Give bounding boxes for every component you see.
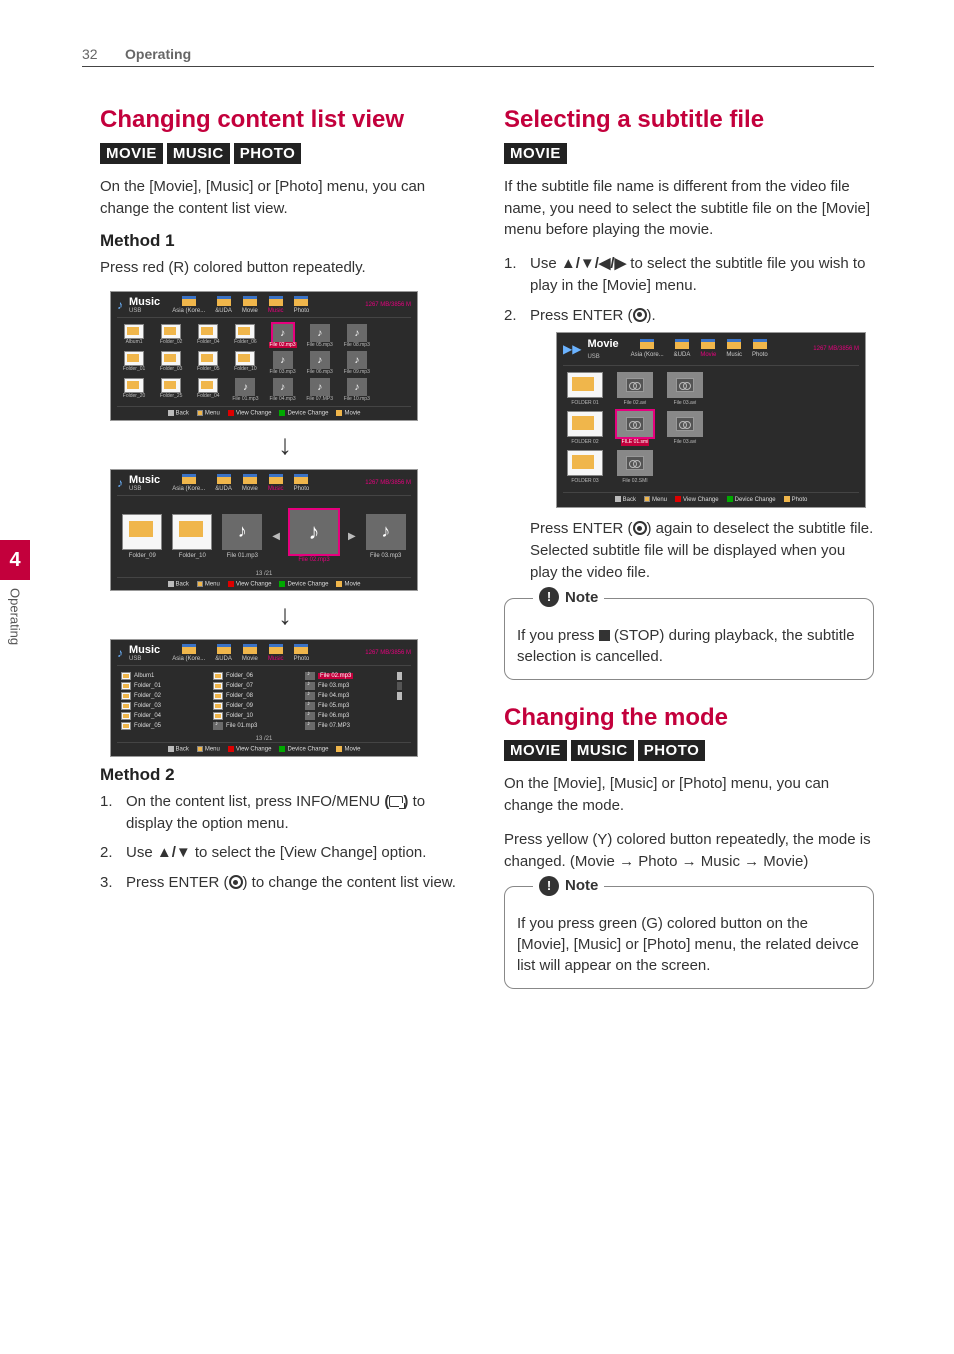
screenshot-large-view: ♪ Music USB Asia (Kore... &UDA Movie Mus… (110, 469, 418, 592)
mode-body: Press yellow (Y) colored button repeated… (504, 829, 874, 873)
step-1: On the content list, press INFO/MENU () … (100, 791, 470, 835)
menu-icon (389, 796, 403, 807)
mode-intro: On the [Movie], [Music] or [Photo] menu,… (504, 773, 874, 817)
note-text: If you press (STOP) during playback, the… (517, 627, 855, 665)
step-1: Use ▲/▼/◀/▶ to select the subtitle file … (504, 253, 874, 297)
page: 32 Operating 4 Operating Changing conten… (0, 0, 954, 1354)
badge-music: MUSIC (571, 740, 634, 761)
step-2: Press ENTER (). ▶▶ Movie USB Asia (Kore.… (504, 305, 874, 584)
left-column: Changing content list view MOVIE MUSIC P… (100, 106, 470, 1003)
enter-icon (633, 521, 647, 535)
header-rule (82, 66, 874, 67)
badge-photo: PHOTO (234, 143, 302, 164)
arrow-down-icon: ↓ (100, 599, 470, 631)
subtitle-intro: If the subtitle file name is different f… (504, 176, 874, 241)
ss-storage: 1267 MB/3856 M (365, 302, 411, 308)
subtitle-after: Press ENTER () again to deselect the sub… (530, 518, 874, 583)
screenshot-list-view: ♪ Music USB Asia (Kore... &UDA Movie Mus… (110, 639, 418, 757)
ss-title: Music (129, 296, 160, 308)
side-tab: 4 Operating (0, 540, 30, 740)
two-column-layout: Changing content list view MOVIE MUSIC P… (100, 106, 874, 1003)
note-box: ! Note If you press green (G) colored bu… (504, 886, 874, 989)
ss-footer: Back Menu View Change Device Change Movi… (117, 406, 411, 418)
section-title: Selecting a subtitle file (504, 106, 874, 135)
method2-steps: On the content list, press INFO/MENU () … (100, 791, 470, 894)
note-box: ! Note If you press (STOP) during playba… (504, 598, 874, 680)
section-title: Changing the mode (504, 704, 874, 733)
arrow-down-icon: ↓ (100, 429, 470, 461)
movie-icon: ▶▶ (563, 341, 581, 358)
note-tag: ! Note (533, 587, 604, 608)
music-icon: ♪ (117, 646, 123, 660)
ss-large-row: Folder_09 Folder_10 ♪File 01.mp3 ◀ ♪File… (117, 496, 411, 571)
subtitle-steps: Use ▲/▼/◀/▶ to select the subtitle file … (504, 253, 874, 584)
badge-photo: PHOTO (638, 740, 706, 761)
badge-movie: MOVIE (100, 143, 163, 164)
note-icon: ! (539, 876, 559, 896)
stop-icon (599, 630, 610, 641)
step-2: Use ▲/▼ to select the [View Change] opti… (100, 842, 470, 864)
ss-header: ♪ Music USB Asia (Kore... &UDA Movie Mus… (117, 296, 411, 318)
ss-list: Album1 Folder_06 File 02.mp3 Folder_01 F… (117, 666, 411, 736)
method1-text: Press red (R) colored button repeatedly. (100, 257, 470, 279)
ss-subtitle: USB (129, 308, 160, 314)
ss-tabs: Asia (Kore... &UDA Movie Music Photo (172, 296, 309, 314)
screenshot-grid-view: ♪ Music USB Asia (Kore... &UDA Movie Mus… (110, 291, 418, 421)
step-3: Press ENTER () to change the content lis… (100, 872, 470, 894)
enter-icon (229, 875, 243, 889)
badge-music: MUSIC (167, 143, 230, 164)
ss-grid: Album1 Folder_02 Folder_04 Folder_06 ♪Fi… (117, 318, 411, 406)
badge-row: MOVIE MUSIC PHOTO (100, 143, 470, 164)
music-icon: ♪ (117, 298, 123, 312)
note-tag: ! Note (533, 875, 604, 896)
music-icon: ♪ (117, 476, 123, 490)
side-tab-number: 4 (0, 540, 30, 580)
badge-movie: MOVIE (504, 143, 567, 164)
intro-text: On the [Movie], [Music] or [Photo] menu,… (100, 176, 470, 220)
side-tab-text: Operating (8, 580, 23, 645)
screenshot-movie: ▶▶ Movie USB Asia (Kore... &UDA Movie Mu… (556, 332, 866, 508)
page-number: 32 (82, 46, 98, 62)
badge-movie: MOVIE (504, 740, 567, 761)
right-column: Selecting a subtitle file MOVIE If the s… (504, 106, 874, 1003)
section-title: Changing content list view (100, 106, 470, 135)
movie-grid: FOLDER 01 File 02.avi File 03.avi FOLDER… (563, 366, 859, 492)
note-icon: ! (539, 587, 559, 607)
method2-title: Method 2 (100, 765, 470, 785)
page-section: Operating (125, 46, 191, 62)
note-text: If you press green (G) colored button on… (517, 915, 859, 974)
method1-title: Method 1 (100, 231, 470, 251)
enter-icon (633, 308, 647, 322)
